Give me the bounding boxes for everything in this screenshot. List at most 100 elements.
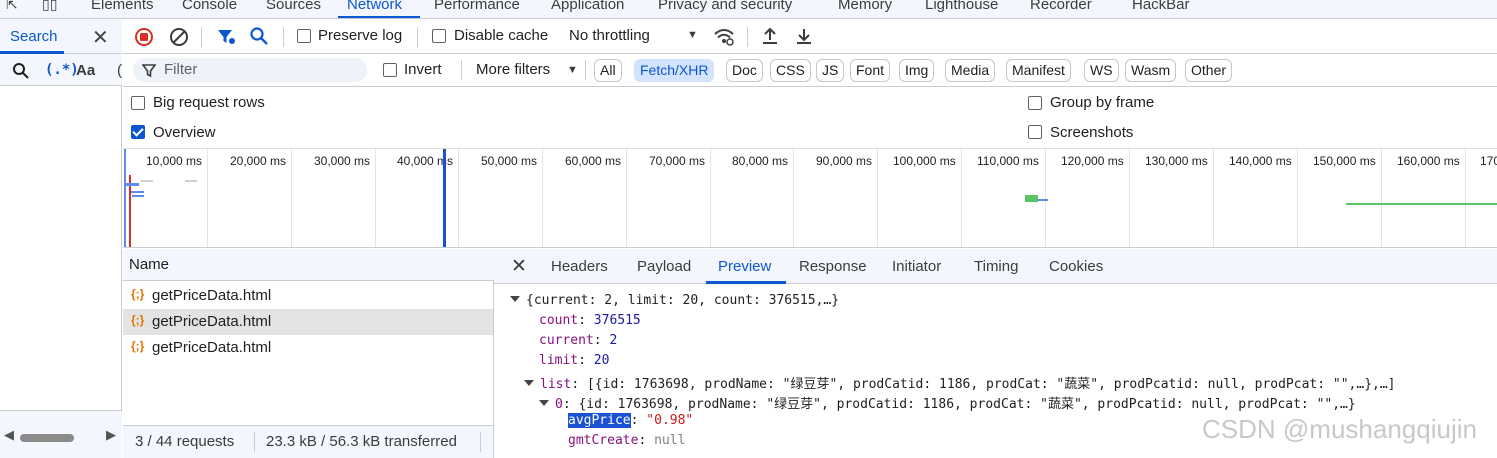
- tick-label: 70,000 ms: [649, 154, 706, 168]
- disable-cache-checkbox[interactable]: [432, 29, 446, 43]
- tab-initiator[interactable]: Initiator: [892, 258, 941, 275]
- watermark: CSDN @mushangqiujin: [1202, 414, 1477, 444]
- chip-all[interactable]: All: [594, 59, 622, 82]
- filter-icon[interactable]: [216, 27, 236, 47]
- json-count: count: 376515: [539, 313, 641, 328]
- search-icon[interactable]: [12, 62, 30, 80]
- screenshots-checkbox[interactable]: [1028, 125, 1042, 139]
- tab-recorder[interactable]: Recorder: [1030, 0, 1092, 13]
- tab-hackbar[interactable]: HackBar: [1132, 0, 1190, 13]
- match-case-icon[interactable]: Aa: [76, 62, 95, 79]
- tab-performance[interactable]: Performance: [434, 0, 520, 13]
- scroll-right-icon[interactable]: ▶: [106, 427, 116, 443]
- search-pane: Search ✕ (.*) Aa ( ◀ ▶: [0, 19, 122, 458]
- tab-console[interactable]: Console: [182, 0, 237, 13]
- tab-memory[interactable]: Memory: [838, 0, 892, 13]
- preserve-log-checkbox[interactable]: [297, 29, 311, 43]
- chip-css[interactable]: CSS: [770, 59, 811, 82]
- preserve-log-label: Preserve log: [318, 27, 403, 44]
- tick-line: [291, 149, 292, 247]
- chip-doc[interactable]: Doc: [726, 59, 763, 82]
- close-icon[interactable]: ✕: [92, 25, 109, 50]
- group-by-frame-checkbox[interactable]: [1028, 96, 1042, 110]
- tick-line: [793, 149, 794, 247]
- expand-triangle-icon[interactable]: [524, 380, 534, 386]
- filter-bar: Filter Invert More filters ▼ All Fetch/X…: [123, 54, 1497, 87]
- request-bar: [131, 191, 144, 193]
- chip-media[interactable]: Media: [945, 59, 996, 82]
- stop-recording-icon[interactable]: [134, 27, 154, 47]
- clear-icon[interactable]: [169, 27, 189, 47]
- import-har-icon[interactable]: [760, 26, 780, 46]
- tab-headers[interactable]: Headers: [551, 258, 608, 275]
- export-har-icon[interactable]: [794, 26, 814, 46]
- tick-line: [1465, 149, 1466, 247]
- preview-tab-underline: [706, 281, 786, 284]
- name-column-header[interactable]: Name: [123, 249, 494, 281]
- throttling-select[interactable]: No throttling: [569, 27, 650, 44]
- chip-ws[interactable]: WS: [1084, 59, 1119, 82]
- search-tab[interactable]: Search: [10, 28, 58, 45]
- regex-toggle-icon[interactable]: (.*): [45, 62, 79, 78]
- close-details-icon[interactable]: ✕: [511, 255, 527, 278]
- big-request-rows-checkbox[interactable]: [131, 96, 145, 110]
- tab-application[interactable]: Application: [551, 0, 624, 13]
- request-list: Name {;} getPriceData.html {;} getPriceD…: [123, 249, 494, 458]
- dom-content-loaded-marker: [443, 149, 446, 247]
- screenshots-label: Screenshots: [1050, 124, 1134, 141]
- tick-line: [1297, 149, 1298, 247]
- tab-sources[interactable]: Sources: [266, 0, 321, 13]
- chip-font[interactable]: Font: [850, 59, 891, 82]
- invert-checkbox[interactable]: [383, 63, 397, 77]
- request-row[interactable]: {;} getPriceData.html: [123, 335, 493, 361]
- expand-triangle-icon[interactable]: [539, 400, 549, 406]
- toolbar-divider: [283, 27, 284, 47]
- tab-network[interactable]: Network: [347, 0, 402, 13]
- tab-lighthouse[interactable]: Lighthouse: [925, 0, 998, 13]
- scroll-left-icon[interactable]: ◀: [4, 427, 14, 443]
- horizontal-scrollbar-thumb[interactable]: [20, 434, 74, 442]
- chip-wasm[interactable]: Wasm: [1125, 59, 1177, 82]
- chevron-down-icon[interactable]: ▼: [687, 29, 698, 41]
- tick-label: 60,000 ms: [565, 154, 622, 168]
- tick-line: [207, 149, 208, 247]
- expand-triangle-icon[interactable]: [510, 296, 520, 302]
- json-avg-price[interactable]: avgPrice: "0.98": [568, 413, 693, 428]
- json-list-item-0[interactable]: 0: {id: 1763698, prodName: "绿豆芽", prodCa…: [539, 393, 1356, 412]
- tab-privacy-security[interactable]: Privacy and security: [658, 0, 792, 13]
- chip-js[interactable]: JS: [816, 59, 845, 82]
- tab-elements[interactable]: Elements: [91, 0, 154, 13]
- device-toolbar-icon[interactable]: ▯▯: [42, 0, 57, 13]
- tab-cookies[interactable]: Cookies: [1049, 258, 1103, 275]
- chip-fetch-xhr[interactable]: Fetch/XHR: [634, 59, 715, 82]
- more-filters-button[interactable]: More filters: [476, 61, 550, 78]
- tick-line: [1381, 149, 1382, 247]
- timeline-overview[interactable]: 10,000 ms 20,000 ms 30,000 ms 40,000 ms …: [123, 148, 1497, 248]
- chip-img[interactable]: Img: [899, 59, 935, 82]
- tick-label: 120,000 ms: [1061, 154, 1124, 168]
- tab-timing[interactable]: Timing: [974, 258, 1018, 275]
- requests-count: 3 / 44 requests: [135, 433, 235, 450]
- tick-line: [1129, 149, 1130, 247]
- tab-response[interactable]: Response: [799, 258, 867, 275]
- tab-preview[interactable]: Preview: [718, 258, 771, 275]
- json-list[interactable]: list: [{id: 1763698, prodName: "绿豆芽", pr…: [524, 373, 1396, 392]
- overflow-paren: (: [117, 62, 122, 79]
- request-row[interactable]: {;} getPriceData.html: [123, 283, 493, 309]
- tick-label: 130,000 ms: [1145, 154, 1208, 168]
- chip-other[interactable]: Other: [1185, 59, 1233, 82]
- network-conditions-icon[interactable]: [713, 27, 735, 47]
- tab-payload[interactable]: Payload: [637, 258, 691, 275]
- timeline-start-marker: [124, 149, 126, 247]
- search-network-icon[interactable]: [249, 26, 269, 46]
- inspect-element-icon[interactable]: ⇱: [6, 0, 18, 13]
- json-root[interactable]: {current: 2, limit: 20, count: 376515,…}: [510, 293, 839, 308]
- status-divider: [254, 432, 255, 452]
- filter-funnel-icon: [142, 64, 156, 78]
- chevron-down-icon[interactable]: ▼: [567, 64, 578, 76]
- request-row[interactable]: {;} getPriceData.html: [123, 309, 493, 335]
- filter-input[interactable]: Filter: [133, 58, 367, 82]
- overview-checkbox[interactable]: [131, 125, 145, 139]
- tick-line: [877, 149, 878, 247]
- chip-manifest[interactable]: Manifest: [1006, 59, 1071, 82]
